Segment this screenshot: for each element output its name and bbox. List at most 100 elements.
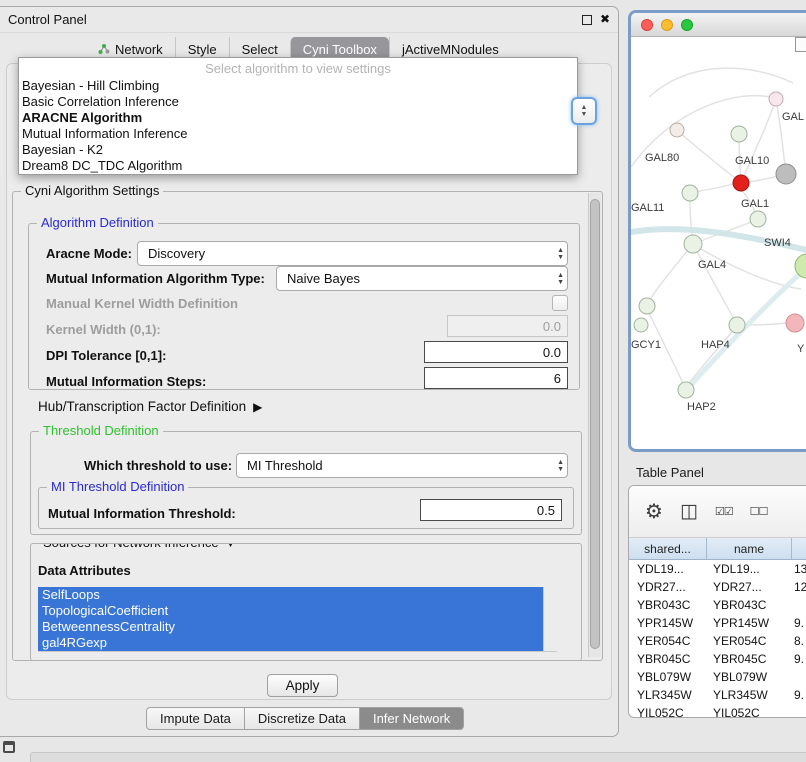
close-traffic-light[interactable]: [641, 19, 653, 31]
dpi-tolerance-label: DPI Tolerance [0,1]:: [46, 348, 166, 363]
settings-scrollbar-thumb[interactable]: [590, 199, 600, 649]
window-titlebar: Control Panel ✖: [0, 7, 618, 33]
mi-threshold-input[interactable]: 0.5: [420, 499, 562, 521]
apply-button[interactable]: Apply: [267, 674, 338, 697]
which-threshold-select[interactable]: MI Threshold ▲▼: [236, 453, 568, 478]
algorithm-placeholder: Select algorithm to view settings: [19, 60, 577, 78]
bottom-tabs: Impute DataDiscretize DataInfer Network: [146, 707, 464, 730]
deselect-all-checks-icon[interactable]: ☐☐: [750, 505, 768, 518]
table-cell: YDR27...: [629, 578, 707, 596]
network-node[interactable]: [682, 185, 698, 201]
network-graph: GALGAL80GAL10GAL11GAL1SWI4GAL4GCY1HAP4YH…: [631, 37, 806, 452]
table-cell: [792, 668, 806, 686]
tab-label: Style: [188, 42, 217, 57]
table-panel-title: Table Panel: [636, 465, 704, 480]
network-node[interactable]: [684, 235, 702, 253]
kernel-width-label: Kernel Width (0,1):: [46, 322, 161, 337]
network-node[interactable]: [750, 211, 766, 227]
which-threshold-value: MI Threshold: [247, 458, 323, 473]
network-node[interactable]: [670, 123, 684, 137]
network-scroll-corner[interactable]: [795, 37, 806, 52]
table-row[interactable]: YLR345WYLR345W9.: [629, 686, 806, 704]
network-node[interactable]: [776, 164, 796, 184]
tab-label: Network: [115, 42, 163, 57]
table-row[interactable]: YDL19...YDL19...13: [629, 560, 806, 578]
table-cell: YER054C: [629, 632, 707, 650]
table-row[interactable]: YBR043CYBR043C: [629, 596, 806, 614]
minimize-traffic-light[interactable]: [661, 19, 673, 31]
node-label-hap4: HAP4: [701, 339, 730, 351]
algorithm-option-bayesian-hill-climbing[interactable]: Bayesian - Hill Climbing: [19, 78, 577, 94]
node-label-gal11: GAL11: [631, 202, 664, 214]
aracne-mode-select[interactable]: Discovery ▲▼: [137, 241, 568, 266]
network-tab-icon: [98, 43, 110, 55]
minimized-panel-icon[interactable]: [3, 741, 15, 753]
mi-threshold-label: Mutual Information Threshold:: [48, 506, 236, 521]
algorithm-option-aracne-algorithm[interactable]: ARACNE Algorithm: [19, 110, 577, 126]
algorithm-select-stepper[interactable]: ▲ ▼: [571, 97, 597, 125]
network-node[interactable]: [678, 382, 694, 398]
table-body: YDL19...YDL19...13YDR27...YDR27...12YBR0…: [629, 560, 806, 718]
table-row[interactable]: YBR045CYBR045C9.: [629, 650, 806, 668]
dpi-tolerance-input[interactable]: 0.0: [424, 341, 568, 363]
gear-icon[interactable]: ⚙: [645, 499, 663, 524]
network-node[interactable]: [769, 92, 783, 106]
attribute-item-topologicalcoefficient[interactable]: TopologicalCoefficient: [38, 603, 543, 619]
table-cell: YIL052C: [707, 704, 792, 718]
float-window-icon[interactable]: [582, 15, 592, 25]
column-header-2[interactable]: [792, 538, 806, 559]
table-cell: 9.: [792, 614, 806, 632]
algorithm-option-basic-correlation-inference[interactable]: Basic Correlation Inference: [19, 94, 577, 110]
table-row[interactable]: YBL079WYBL079W: [629, 668, 806, 686]
hub-section-header[interactable]: Hub/Transcription Factor Definition ▶: [38, 399, 262, 414]
manual-kernel-checkbox[interactable]: [552, 295, 568, 311]
network-node[interactable]: [634, 318, 648, 332]
column-header-name[interactable]: name: [707, 538, 792, 559]
attributes-horizontal-scrollbar[interactable]: [38, 651, 557, 659]
network-node[interactable]: [729, 317, 745, 333]
table-cell: 12: [792, 578, 806, 596]
attribute-item-selfloops[interactable]: SelfLoops: [38, 587, 543, 603]
table-row[interactable]: YER054CYER054C8.: [629, 632, 806, 650]
zoom-traffic-light[interactable]: [681, 19, 693, 31]
data-attributes-listbox: SelfLoopsTopologicalCoefficientBetweenne…: [38, 587, 557, 659]
close-window-icon[interactable]: ✖: [600, 12, 610, 26]
node-label-gal10: GAL10: [735, 155, 769, 167]
network-canvas[interactable]: GALGAL80GAL10GAL11GAL1SWI4GAL4GCY1HAP4YH…: [631, 37, 806, 452]
network-node[interactable]: [786, 314, 804, 332]
network-node[interactable]: [731, 126, 747, 142]
tab-label: jActiveMNodules: [402, 42, 499, 57]
column-header-shared-[interactable]: shared...: [629, 538, 707, 559]
attribute-item-betweennesscentrality[interactable]: BetweennessCentrality: [38, 619, 543, 635]
select-all-checks-icon[interactable]: ☑☑: [715, 505, 733, 518]
attributes-vertical-scrollbar[interactable]: [543, 587, 557, 651]
mi-type-select[interactable]: Naive Bayes ▲▼: [276, 266, 568, 291]
data-attributes-list: SelfLoopsTopologicalCoefficientBetweenne…: [38, 587, 543, 651]
table-row[interactable]: YDR27...YDR27...12: [629, 578, 806, 596]
aracne-mode-label: Aracne Mode:: [46, 246, 132, 261]
table-cell: [792, 596, 806, 614]
network-view-window: GALGAL80GAL10GAL11GAL1SWI4GAL4GCY1HAP4YH…: [628, 10, 806, 452]
columns-icon[interactable]: ◫: [680, 500, 698, 523]
table-row[interactable]: YIL052CYIL052C: [629, 704, 806, 718]
mi-steps-input[interactable]: 6: [424, 367, 568, 389]
combo-arrows-icon: ▲▼: [557, 267, 564, 290]
table-cell: YBL079W: [629, 668, 707, 686]
attribute-item-gal4rgexp[interactable]: gal4RGexp: [38, 635, 543, 651]
algorithm-option-mutual-information-inference[interactable]: Mutual Information Inference: [19, 126, 577, 142]
bottom-window-edge: [30, 752, 806, 762]
tab-infer-network[interactable]: Infer Network: [359, 707, 464, 730]
settings-scrollbar[interactable]: [588, 193, 601, 657]
node-label-hap2: HAP2: [687, 401, 716, 413]
network-node[interactable]: [639, 298, 655, 314]
algorithm-option-dream8-dc-tdc-algorithm[interactable]: Dream8 DC_TDC Algorithm: [19, 158, 577, 174]
table-cell: YLR345W: [707, 686, 792, 704]
network-window-titlebar: [631, 13, 806, 37]
table-row[interactable]: YPR145WYPR145W9.: [629, 614, 806, 632]
chevron-down-icon[interactable]: ▼: [225, 543, 237, 550]
network-node[interactable]: [733, 175, 749, 191]
algorithm-option-bayesian-k2[interactable]: Bayesian - K2: [19, 142, 577, 158]
tab-impute-data[interactable]: Impute Data: [146, 707, 245, 730]
table-cell: YBR045C: [629, 650, 707, 668]
tab-discretize-data[interactable]: Discretize Data: [244, 707, 360, 730]
